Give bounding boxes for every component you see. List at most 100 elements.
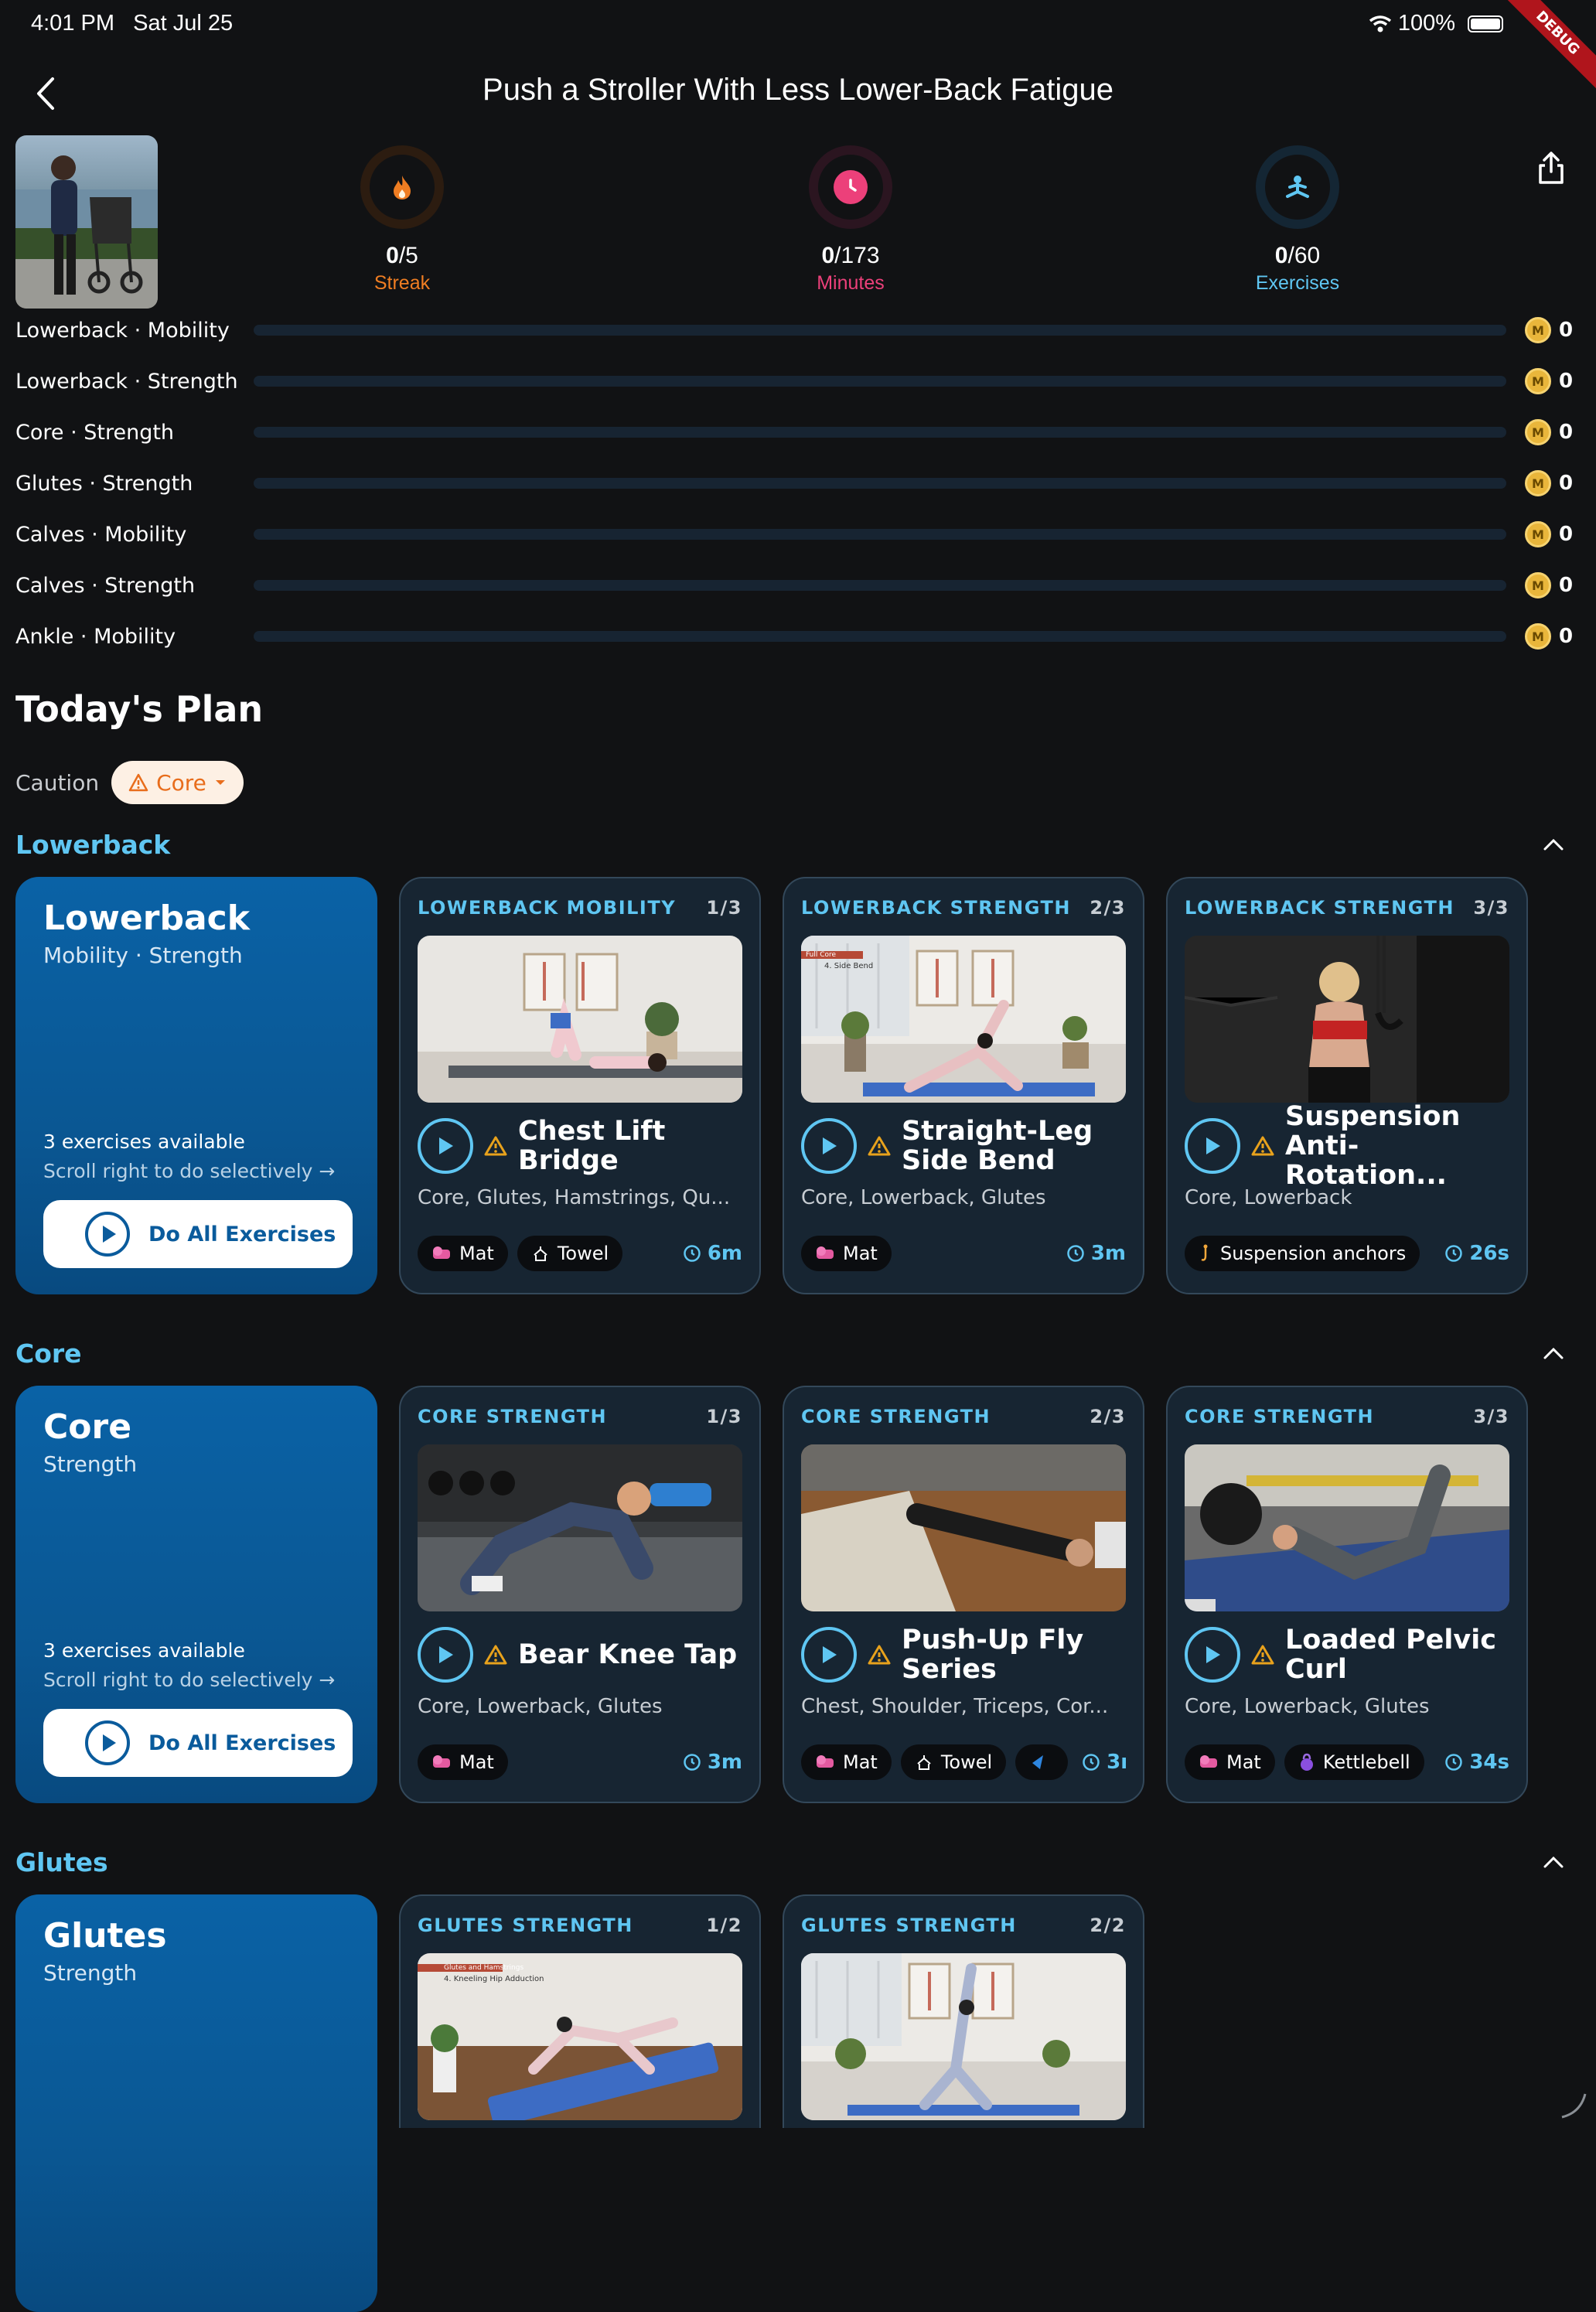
play-icon bbox=[820, 1136, 838, 1156]
kettlebell-icon bbox=[1298, 1753, 1315, 1772]
medal-coin-icon: M bbox=[1525, 470, 1551, 496]
equipment-tag: Towel bbox=[901, 1744, 1006, 1780]
metric-label: Core · Strength bbox=[15, 421, 254, 445]
flame-icon bbox=[390, 174, 414, 200]
play-button[interactable] bbox=[1185, 1627, 1240, 1683]
exercise-card[interactable]: LOWERBACK STRENGTH3/3 Suspension Anti-Ro… bbox=[1166, 877, 1528, 1294]
do-all-exercises-button[interactable]: Do All Exercises bbox=[43, 1709, 353, 1777]
card-index: 3/3 bbox=[1473, 1406, 1509, 1427]
duration: 34s bbox=[1440, 1751, 1509, 1774]
metric-progress-bar bbox=[254, 529, 1506, 540]
play-button[interactable] bbox=[418, 1118, 473, 1174]
play-button[interactable] bbox=[801, 1627, 857, 1683]
exercise-card[interactable]: CORE STRENGTH2/3 Push-Up Fly Series Ches… bbox=[783, 1386, 1144, 1803]
stat-minutes: 0/173 Minutes bbox=[773, 145, 928, 295]
caution-dropdown[interactable]: Core bbox=[111, 761, 244, 804]
exercise-card[interactable]: LOWERBACK MOBILITY1/3 Chest Lift Bridge … bbox=[399, 877, 761, 1294]
play-button[interactable] bbox=[1185, 1118, 1240, 1174]
status-time: 4:01 PM bbox=[31, 11, 114, 36]
equipment-tag: Mat bbox=[1185, 1744, 1275, 1780]
card-category: LOWERBACK MOBILITY bbox=[418, 897, 676, 919]
exercise-card[interactable]: GLUTES STRENGTH1/2 Glutes and Hamstrings… bbox=[399, 1894, 761, 2128]
metric-row: Glutes · StrengthM0 bbox=[15, 468, 1581, 499]
card-category: LOWERBACK STRENGTH bbox=[801, 897, 1071, 919]
card-index: 1/2 bbox=[706, 1915, 742, 1936]
chevron-up-icon[interactable] bbox=[1542, 1854, 1565, 1870]
streak-label: Streak bbox=[325, 272, 479, 295]
exercise-thumbnail bbox=[801, 1444, 1126, 1611]
warning-icon bbox=[868, 1644, 891, 1666]
towel-icon bbox=[531, 1244, 550, 1263]
metric-row: Lowerback · MobilityM0 bbox=[15, 315, 1581, 346]
metric-progress-bar bbox=[254, 478, 1506, 489]
card-category: GLUTES STRENGTH bbox=[801, 1915, 1017, 1936]
play-icon bbox=[1203, 1136, 1222, 1156]
metric-progress-bar bbox=[254, 427, 1506, 438]
exercise-card[interactable]: LOWERBACK STRENGTH2/3 Full Core 4. Side … bbox=[783, 877, 1144, 1294]
medal-coin-icon: M bbox=[1525, 623, 1551, 650]
exercise-card[interactable]: GLUTES STRENGTH2/2 bbox=[783, 1894, 1144, 2128]
card-index: 3/3 bbox=[1473, 897, 1509, 919]
exercises-ring bbox=[1256, 145, 1339, 229]
stat-streak: 0/5 Streak bbox=[325, 145, 479, 295]
play-button[interactable] bbox=[801, 1118, 857, 1174]
exercise-count: 3 exercises available bbox=[43, 1639, 245, 1662]
card-index: 1/3 bbox=[706, 897, 742, 919]
metric-row: Ankle · MobilityM0 bbox=[15, 621, 1581, 652]
exercise-thumbnail bbox=[418, 1444, 742, 1611]
metric-row: Lowerback · StrengthM0 bbox=[15, 366, 1581, 397]
lowerback-summary-card: Lowerback Mobility · Strength 3 exercise… bbox=[15, 877, 377, 1294]
warning-icon bbox=[1251, 1135, 1274, 1157]
card-category: CORE STRENGTH bbox=[801, 1406, 991, 1427]
section-title-lowerback[interactable]: Lowerback bbox=[15, 830, 170, 860]
warning-icon bbox=[484, 1135, 507, 1157]
exercises-label: Exercises bbox=[1220, 272, 1375, 295]
video-overlay-title: Full Core bbox=[806, 951, 836, 959]
metric-row: Calves · MobilityM0 bbox=[15, 519, 1581, 550]
chevron-up-icon[interactable] bbox=[1542, 1345, 1565, 1361]
medal-coin-icon: M bbox=[1525, 368, 1551, 394]
streak-value: 0 bbox=[386, 243, 399, 268]
equipment-tag-truncated bbox=[1015, 1744, 1068, 1780]
mat-icon bbox=[815, 1245, 835, 1262]
chevron-up-icon[interactable] bbox=[1542, 837, 1565, 852]
clock-icon bbox=[683, 1244, 701, 1263]
exercise-count: 3 exercises available bbox=[43, 1130, 245, 1153]
metric-progress-bar bbox=[254, 631, 1506, 642]
duration: 3m bbox=[678, 1751, 742, 1774]
clock-icon bbox=[683, 1753, 701, 1772]
metric-progress-bar bbox=[254, 325, 1506, 336]
play-button[interactable] bbox=[418, 1627, 473, 1683]
warning-icon bbox=[484, 1644, 507, 1666]
clock-icon bbox=[1444, 1244, 1463, 1263]
lead-title: Glutes bbox=[43, 1916, 350, 1956]
mat-icon bbox=[431, 1245, 452, 1262]
equipment-tag: Kettlebell bbox=[1284, 1744, 1424, 1780]
scroll-hint: Scroll right to do selectively → bbox=[43, 1160, 335, 1182]
warning-icon bbox=[128, 773, 148, 792]
minutes-ring bbox=[809, 145, 892, 229]
muscle-groups: Core, Lowerback, Glutes bbox=[1185, 1695, 1509, 1718]
muscle-groups: Core, Lowerback, Glutes bbox=[801, 1186, 1126, 1209]
page-title: Push a Stroller With Less Lower-Back Fat… bbox=[0, 73, 1596, 107]
play-circle-icon bbox=[84, 1719, 131, 1767]
section-title-core[interactable]: Core bbox=[15, 1338, 82, 1369]
equipment-tag: Towel bbox=[517, 1236, 622, 1271]
exercise-card[interactable]: CORE STRENGTH3/3 Loaded Pelvic Curl Core… bbox=[1166, 1386, 1528, 1803]
play-icon bbox=[436, 1645, 455, 1665]
share-icon[interactable] bbox=[1536, 150, 1567, 186]
warning-icon bbox=[1251, 1644, 1274, 1666]
card-category: GLUTES STRENGTH bbox=[418, 1915, 633, 1936]
do-all-exercises-button[interactable]: Do All Exercises bbox=[43, 1200, 353, 1268]
exercise-card[interactable]: CORE STRENGTH1/3 Bear Knee Tap Core, Low… bbox=[399, 1386, 761, 1803]
play-icon bbox=[820, 1645, 838, 1665]
equipment-tag: Mat bbox=[418, 1744, 508, 1780]
section-title-glutes[interactable]: Glutes bbox=[15, 1847, 108, 1877]
resize-handle-icon[interactable] bbox=[1557, 2089, 1588, 2120]
card-category: LOWERBACK STRENGTH bbox=[1185, 897, 1454, 919]
duration: 6m bbox=[678, 1242, 742, 1265]
play-circle-icon bbox=[84, 1210, 131, 1258]
metric-value: 0 bbox=[1551, 574, 1581, 597]
clock-icon bbox=[837, 173, 864, 201]
metric-progress-bar bbox=[254, 376, 1506, 387]
